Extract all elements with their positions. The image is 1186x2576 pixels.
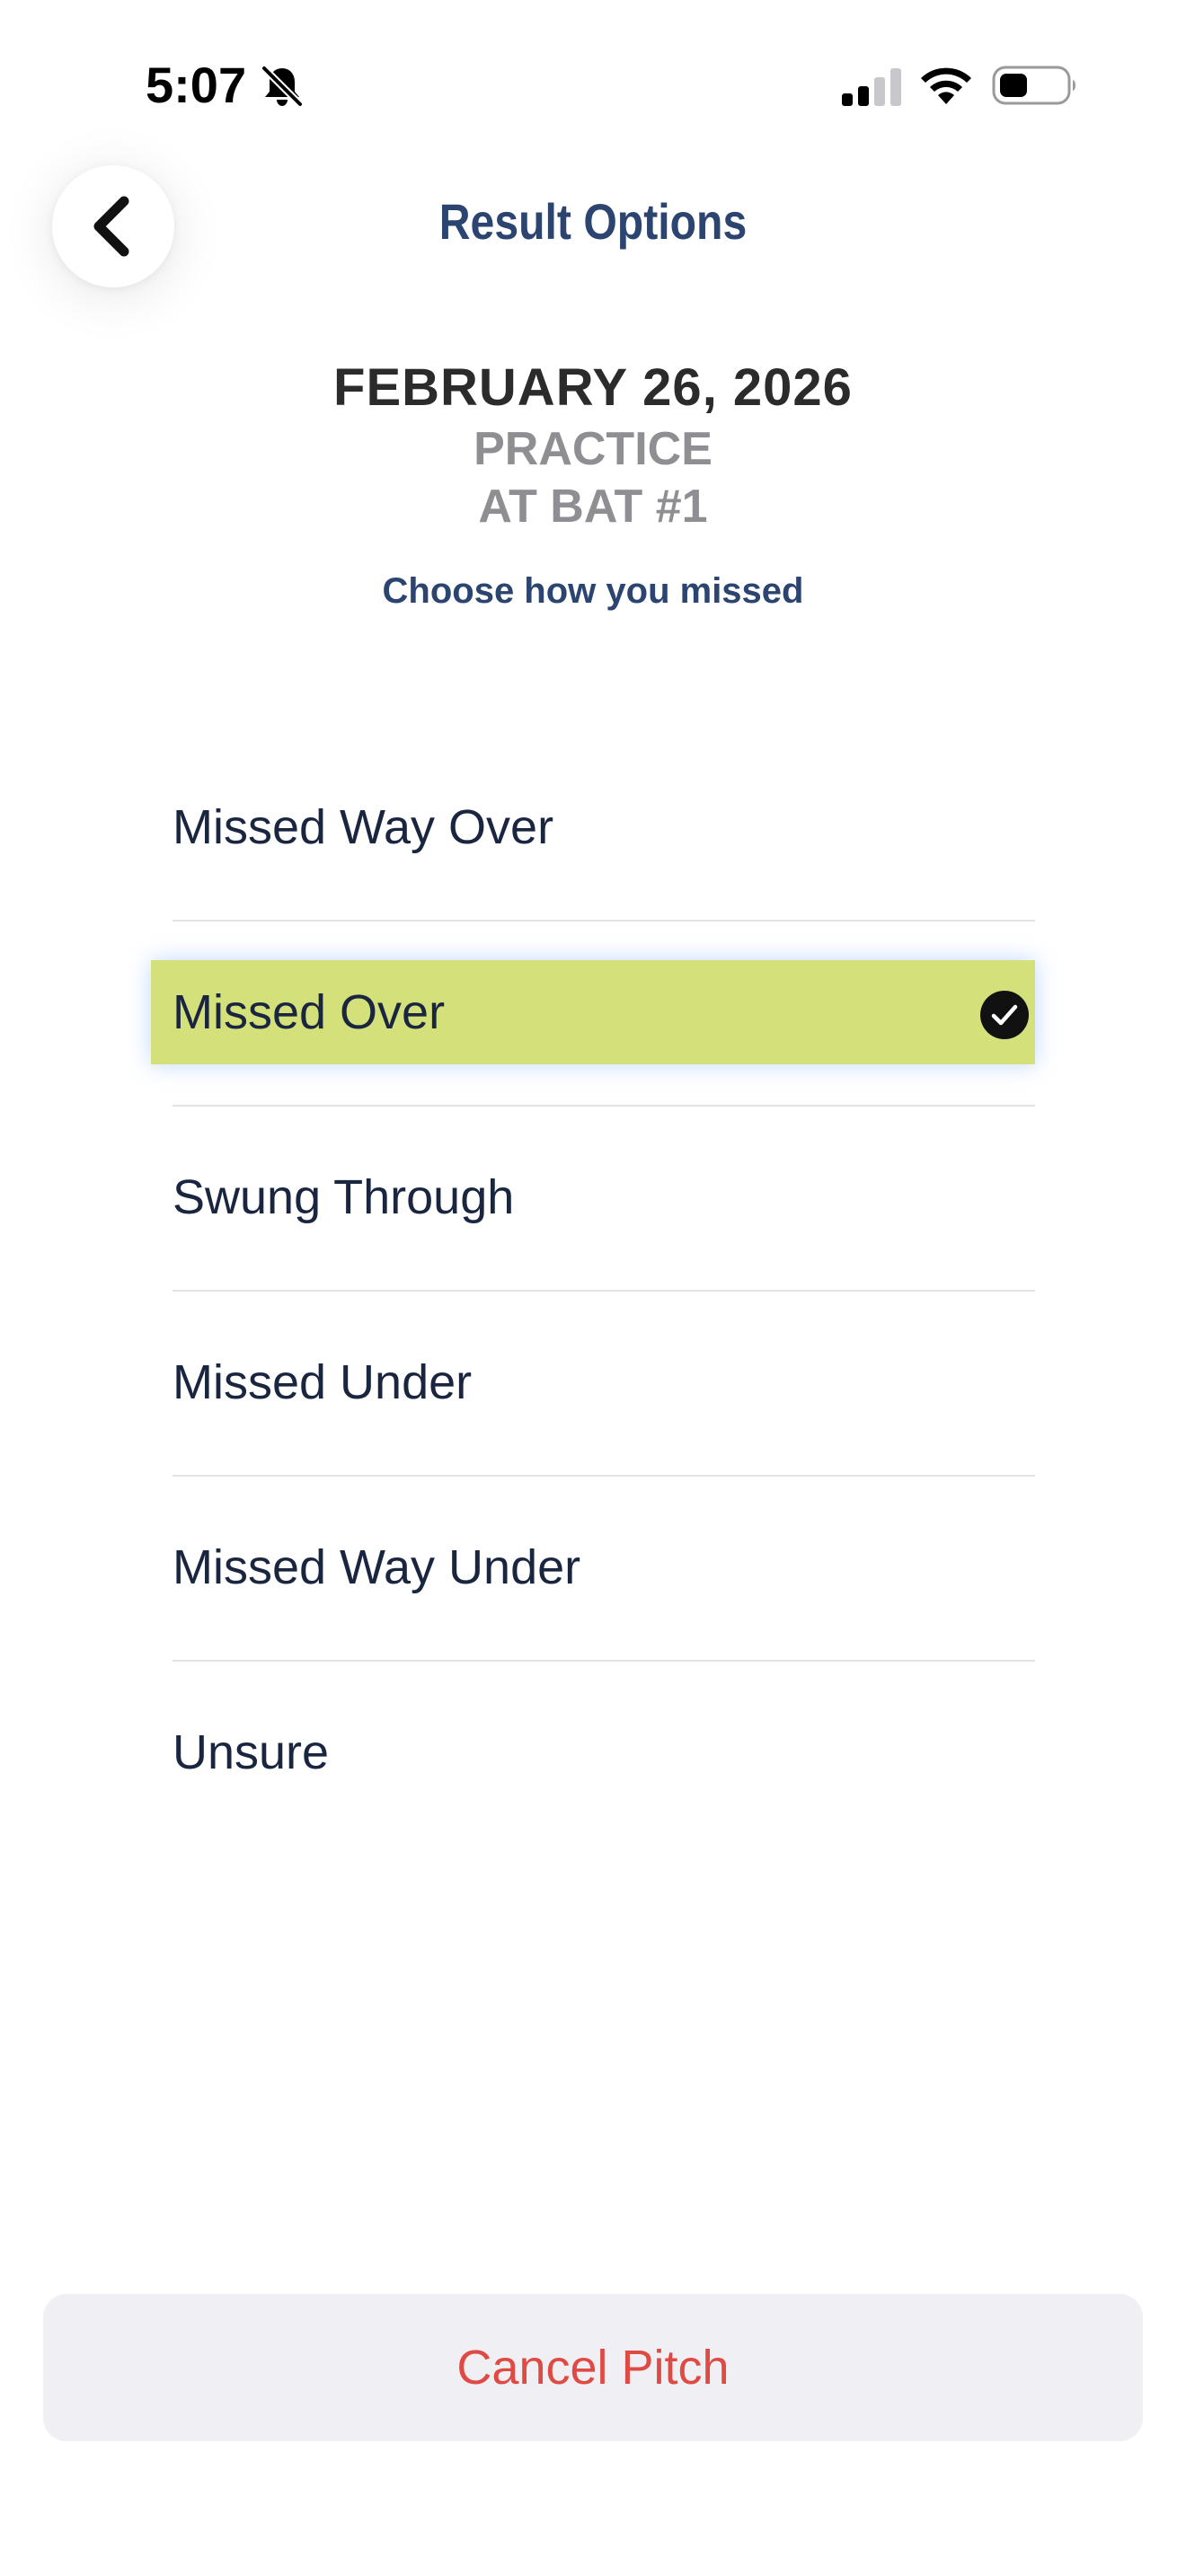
battery-icon — [992, 66, 1075, 105]
at-bat-label: AT BAT #1 — [478, 481, 708, 533]
wifi-icon — [921, 67, 971, 104]
status-bar: 5:07 — [0, 0, 1186, 171]
page-title: Result Options — [438, 193, 748, 250]
option-label: Missed Over — [173, 985, 446, 1039]
instruction-text: Choose how you missed — [382, 571, 804, 611]
option-label: Missed Under — [173, 1355, 473, 1409]
option-missed-over[interactable]: Missed Over — [151, 922, 1035, 1107]
option-swung-through[interactable]: Swung Through — [173, 1107, 1035, 1292]
cancel-pitch-button[interactable]: Cancel Pitch — [43, 2294, 1143, 2441]
option-label: Missed Way Under — [173, 1540, 581, 1594]
option-label: Unsure — [173, 1725, 330, 1779]
option-missed-way-over[interactable]: Missed Way Over — [173, 737, 1035, 922]
date-label: FEBRUARY 26, 2026 — [333, 358, 853, 417]
option-missed-under[interactable]: Missed Under — [173, 1292, 1035, 1477]
option-label: Swung Through — [173, 1170, 515, 1224]
option-missed-way-under[interactable]: Missed Way Under — [173, 1477, 1035, 1662]
checkmark-circle-icon — [980, 991, 1029, 1039]
session-label: PRACTICE — [474, 423, 712, 475]
cellular-signal-icon — [842, 68, 901, 106]
bell-slash-icon — [261, 65, 304, 108]
status-time: 5:07 — [146, 57, 247, 113]
option-label: Missed Way Over — [173, 800, 554, 854]
result-options-list: Missed Way Over Missed Over Swung Throug… — [151, 737, 1035, 1847]
option-unsure[interactable]: Unsure — [173, 1662, 1035, 1847]
